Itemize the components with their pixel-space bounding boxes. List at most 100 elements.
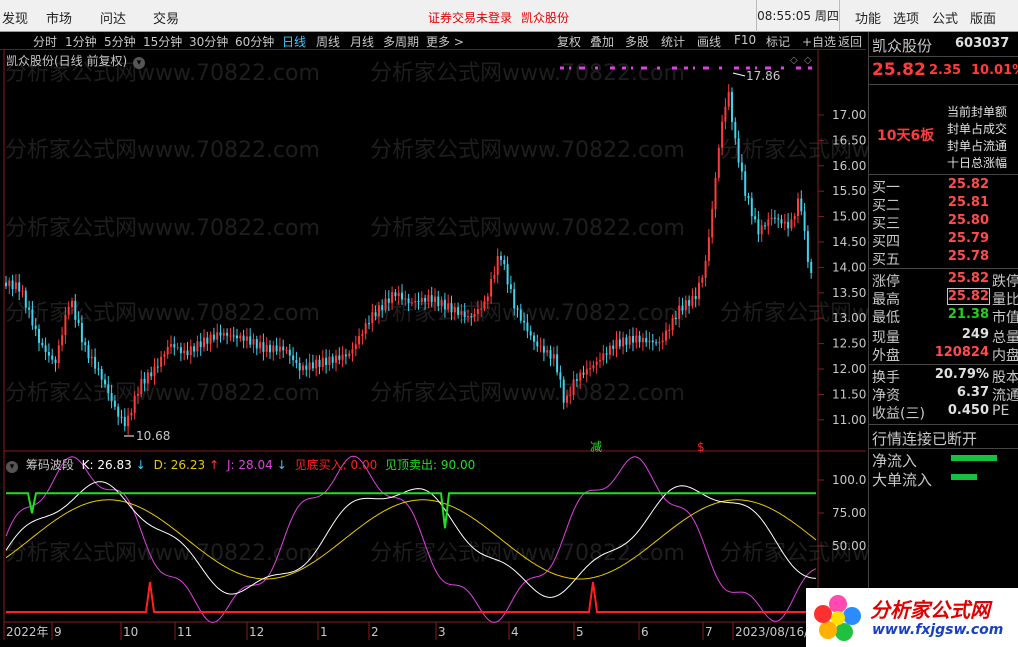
candle [117, 403, 120, 426]
price-tick-label: 17.00 [832, 108, 866, 122]
price-tick-label: 12.50 [832, 337, 866, 351]
chevron-down-icon[interactable]: ▾ [133, 57, 146, 69]
candle-body [374, 312, 377, 317]
candle [127, 407, 130, 435]
price-tick-label: 13.50 [832, 286, 866, 300]
stat-row: 现量 249 总量 [872, 327, 1018, 346]
candle-body [747, 195, 750, 199]
candle [727, 84, 730, 110]
candle [394, 288, 397, 301]
candle-body [727, 91, 730, 107]
candle-body [331, 356, 334, 363]
netflow-bar [951, 455, 997, 461]
candle [315, 355, 318, 377]
candle-body [737, 138, 740, 163]
candle-body [777, 218, 780, 220]
candle-body [74, 300, 77, 320]
candle-body [186, 350, 189, 356]
candle [704, 255, 707, 287]
candle [87, 340, 90, 364]
x-axis-label: 12 [249, 625, 264, 639]
candle-body [328, 356, 331, 366]
candle-body [61, 335, 64, 346]
last-price: 25.82 [872, 60, 926, 80]
watermark-text: 分析家公式网www.70822.com [370, 541, 685, 566]
candle-body [542, 346, 545, 353]
candle [318, 355, 321, 375]
candle-body [38, 328, 40, 343]
candle-body [427, 295, 430, 302]
candle [757, 211, 760, 243]
candle-body [645, 337, 648, 343]
candle-body [681, 305, 684, 311]
candle-body [513, 289, 516, 309]
sell-value: 见顶卖出: 90.00 [385, 458, 476, 472]
candle [242, 329, 245, 349]
candle-body [671, 317, 674, 331]
candle-body [236, 335, 238, 339]
candle-body [245, 336, 248, 341]
candle [645, 330, 648, 347]
candle [44, 337, 47, 361]
candle-body [341, 354, 344, 360]
candle-body [242, 335, 245, 341]
buy-signal-line [6, 581, 816, 613]
side-note: 封单占流通 [947, 139, 1008, 153]
menu-options[interactable]: 选项 [893, 8, 919, 27]
candle-body [387, 298, 390, 303]
candle [57, 339, 60, 369]
chevron-down-icon[interactable]: ▾ [6, 461, 18, 473]
candle [348, 350, 351, 359]
candle-body [526, 322, 529, 332]
candle-body [173, 344, 176, 348]
candle-body [206, 337, 209, 344]
candle-body [31, 309, 34, 326]
candle [764, 222, 766, 230]
menu-layout[interactable]: 版面 [970, 8, 996, 27]
candle [803, 203, 806, 240]
candle-body [229, 335, 232, 337]
candle [338, 347, 341, 365]
candle-body [635, 335, 638, 343]
menu-formula[interactable]: 公式 [932, 8, 958, 27]
candle-body [358, 336, 361, 345]
candle [747, 192, 750, 205]
candle [255, 335, 258, 356]
stock-code: 603037 [955, 36, 1010, 51]
connection-status[interactable]: 行情连接已断开 [872, 428, 977, 449]
j-line [5, 455, 817, 623]
candle-body [714, 177, 717, 210]
candle-body [559, 372, 562, 380]
indicator-name[interactable]: 筹码波段 [26, 458, 74, 472]
x-axis-label: 6 [641, 625, 649, 639]
candle-body [783, 221, 786, 224]
candle [529, 325, 532, 341]
chart-canvas[interactable]: 分析家公式网www.70822.com 分析家公式网www.70822.com 分析… [0, 0, 868, 647]
candle [61, 326, 64, 352]
candle-body [90, 356, 93, 359]
candle-body [71, 300, 73, 308]
candle-body [232, 335, 235, 337]
candle-body [734, 121, 737, 139]
candle [698, 276, 700, 306]
candle-body [133, 395, 136, 413]
candle [744, 164, 747, 201]
candle-body [569, 394, 572, 396]
candle-body [460, 311, 463, 315]
candle [711, 200, 714, 244]
candle [123, 408, 126, 432]
candle-body [226, 332, 229, 336]
watermark-text: 分析家公式网www.70822.com [370, 216, 685, 241]
candle-body [8, 280, 11, 287]
candle [21, 284, 24, 298]
candle [364, 318, 367, 340]
candle-body [678, 305, 681, 320]
candle-body [209, 334, 212, 344]
candle [770, 209, 773, 226]
candle-body [417, 300, 420, 303]
candle-body [11, 280, 14, 290]
candle [18, 274, 21, 301]
candle-body [628, 336, 631, 345]
candle [688, 295, 691, 314]
low-label: 10.68 [136, 429, 170, 443]
